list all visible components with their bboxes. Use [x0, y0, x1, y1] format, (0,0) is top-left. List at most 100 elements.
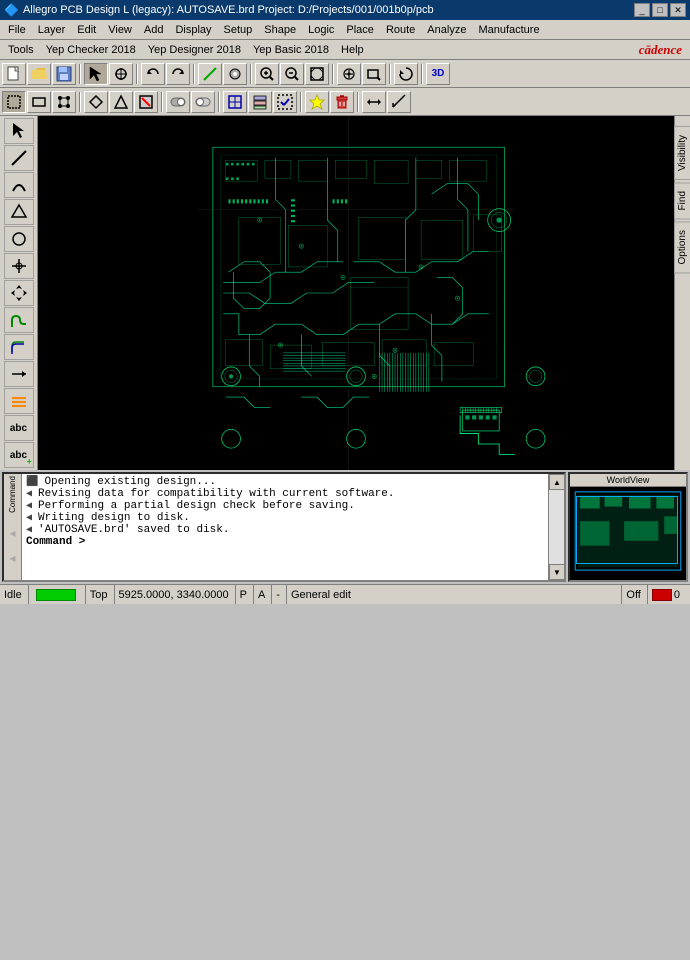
console-line-4: ◀ Writing design to disk.	[26, 512, 544, 524]
tab-find[interactable]: Find	[674, 182, 690, 219]
restore-button[interactable]: □	[652, 3, 668, 17]
menu-manufacture[interactable]: Manufacture	[472, 22, 545, 38]
left-add-circle[interactable]	[4, 226, 34, 252]
separator	[357, 92, 359, 112]
menu-add[interactable]: Add	[138, 22, 170, 38]
left-add-arc[interactable]	[4, 172, 34, 198]
canvas-row: abc abc +	[0, 116, 690, 470]
status-view: Top	[90, 585, 115, 604]
toggle-btn2[interactable]	[191, 91, 215, 113]
zoom-fit-button[interactable]	[305, 63, 329, 85]
pcb-canvas-area[interactable]	[38, 116, 674, 470]
status-error: 0	[652, 585, 686, 604]
tab-visibility[interactable]: Visibility	[674, 126, 690, 180]
highlight-button[interactable]	[305, 91, 329, 113]
zoom-scroll-button[interactable]	[337, 63, 361, 85]
minimize-button[interactable]: _	[634, 3, 650, 17]
add-via-button[interactable]	[223, 63, 247, 85]
menu-yep-checker[interactable]: Yep Checker 2018	[40, 42, 142, 58]
menu-layer[interactable]: Layer	[32, 22, 72, 38]
status-pa: P	[240, 585, 254, 604]
menu-view[interactable]: View	[102, 22, 138, 38]
error-indicator	[652, 589, 672, 601]
left-add-line[interactable]	[4, 145, 34, 171]
console-line-5: ◀ 'AUTOSAVE.brd' saved to disk.	[26, 524, 544, 536]
select-nets-button[interactable]	[52, 91, 76, 113]
tab-options[interactable]: Options	[674, 221, 690, 273]
minimap-viewport	[576, 496, 678, 565]
menu-yep-designer[interactable]: Yep Designer 2018	[142, 42, 247, 58]
left-highlight[interactable]	[4, 388, 34, 414]
menu-route[interactable]: Route	[380, 22, 421, 38]
title-bar-controls[interactable]: _ □ ✕	[634, 3, 686, 17]
left-slide[interactable]	[4, 361, 34, 387]
toggle-btn1[interactable]	[166, 91, 190, 113]
menu-bar-1: File Layer Edit View Add Display Setup S…	[0, 20, 690, 40]
status-coordinates: 5925.0000, 3340.0000	[119, 585, 236, 604]
select-box-button[interactable]	[27, 91, 51, 113]
menu-place[interactable]: Place	[340, 22, 380, 38]
close-button[interactable]: ✕	[670, 3, 686, 17]
select-outline-button[interactable]	[84, 91, 108, 113]
select-all-button[interactable]	[273, 91, 297, 113]
left-add-text[interactable]: abc +	[4, 442, 34, 468]
zoom-in-button[interactable]	[255, 63, 279, 85]
add-connect-button[interactable]	[198, 63, 222, 85]
separator	[421, 64, 423, 84]
minimap-label: WorldView	[570, 474, 686, 487]
menu-edit[interactable]: Edit	[71, 22, 102, 38]
menu-help[interactable]: Help	[335, 42, 370, 58]
3d-button[interactable]: 3D	[426, 63, 450, 85]
status-off: Off	[626, 585, 647, 604]
open-button[interactable]	[27, 63, 51, 85]
delete-button[interactable]	[330, 91, 354, 113]
zoom-out-button[interactable]	[280, 63, 304, 85]
status-a: A	[258, 585, 272, 604]
left-route[interactable]	[4, 307, 34, 333]
left-text[interactable]: abc	[4, 415, 34, 441]
redo-button[interactable]	[166, 63, 190, 85]
deselect-button[interactable]	[134, 91, 158, 113]
separator	[136, 64, 138, 84]
scroll-down-button[interactable]: ▼	[549, 564, 565, 580]
menu-setup[interactable]: Setup	[218, 22, 259, 38]
menu-yep-basic[interactable]: Yep Basic 2018	[247, 42, 335, 58]
undo-button[interactable]	[141, 63, 165, 85]
menu-file[interactable]: File	[2, 22, 32, 38]
status-indicator	[36, 589, 76, 601]
layer-select-button[interactable]	[248, 91, 272, 113]
stretch-button[interactable]	[362, 91, 386, 113]
menu-tools[interactable]: Tools	[2, 42, 40, 58]
left-route-diff[interactable]	[4, 334, 34, 360]
new-button[interactable]	[2, 63, 26, 85]
left-move[interactable]	[4, 280, 34, 306]
status-state: Idle	[4, 585, 29, 604]
menu-logic[interactable]: Logic	[302, 22, 340, 38]
console-scrollbar[interactable]: ▲ ▼	[548, 474, 564, 580]
minimap-canvas	[570, 487, 686, 575]
scroll-up-button[interactable]: ▲	[549, 474, 565, 490]
select-shape-button[interactable]	[109, 91, 133, 113]
snap-button[interactable]	[109, 63, 133, 85]
cadence-logo: cādence	[639, 42, 688, 58]
redraw-button[interactable]	[394, 63, 418, 85]
select-button[interactable]	[2, 91, 26, 113]
menu-shape[interactable]: Shape	[258, 22, 302, 38]
status-indicator-section	[33, 585, 86, 604]
measure-button[interactable]	[387, 91, 411, 113]
left-crosshair[interactable]	[4, 253, 34, 279]
console-panel: Command ◀ ◀ ⬛ Opening existing design...…	[2, 472, 566, 582]
main-workspace: abc abc +	[0, 116, 690, 584]
menu-display[interactable]: Display	[169, 22, 217, 38]
zoom-window-button[interactable]	[362, 63, 386, 85]
element-select-button[interactable]	[223, 91, 247, 113]
console-line-2: ◀ Revising data for compatibility with c…	[26, 488, 544, 500]
save-button[interactable]	[52, 63, 76, 85]
left-select[interactable]	[4, 118, 34, 144]
console-output[interactable]: ⬛ Opening existing design... ◀ Revising …	[22, 474, 548, 580]
menu-analyze[interactable]: Analyze	[421, 22, 472, 38]
console-line-6: Command >	[26, 536, 544, 548]
left-add-shape[interactable]	[4, 199, 34, 225]
pointer-button[interactable]	[84, 63, 108, 85]
separator	[79, 92, 81, 112]
